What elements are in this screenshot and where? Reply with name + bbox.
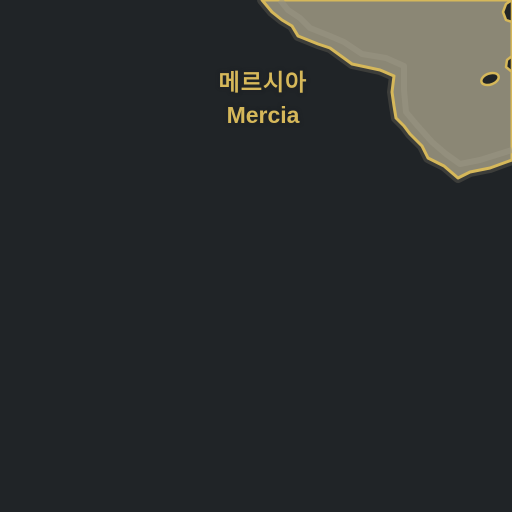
region-label-latin: Mercia	[226, 102, 300, 128]
region-label-mercia[interactable]: 메르시아 Mercia	[163, 72, 363, 127]
map-tile[interactable]: 메르시아 Mercia	[0, 0, 512, 512]
region-label-native: 메르시아	[218, 70, 308, 96]
